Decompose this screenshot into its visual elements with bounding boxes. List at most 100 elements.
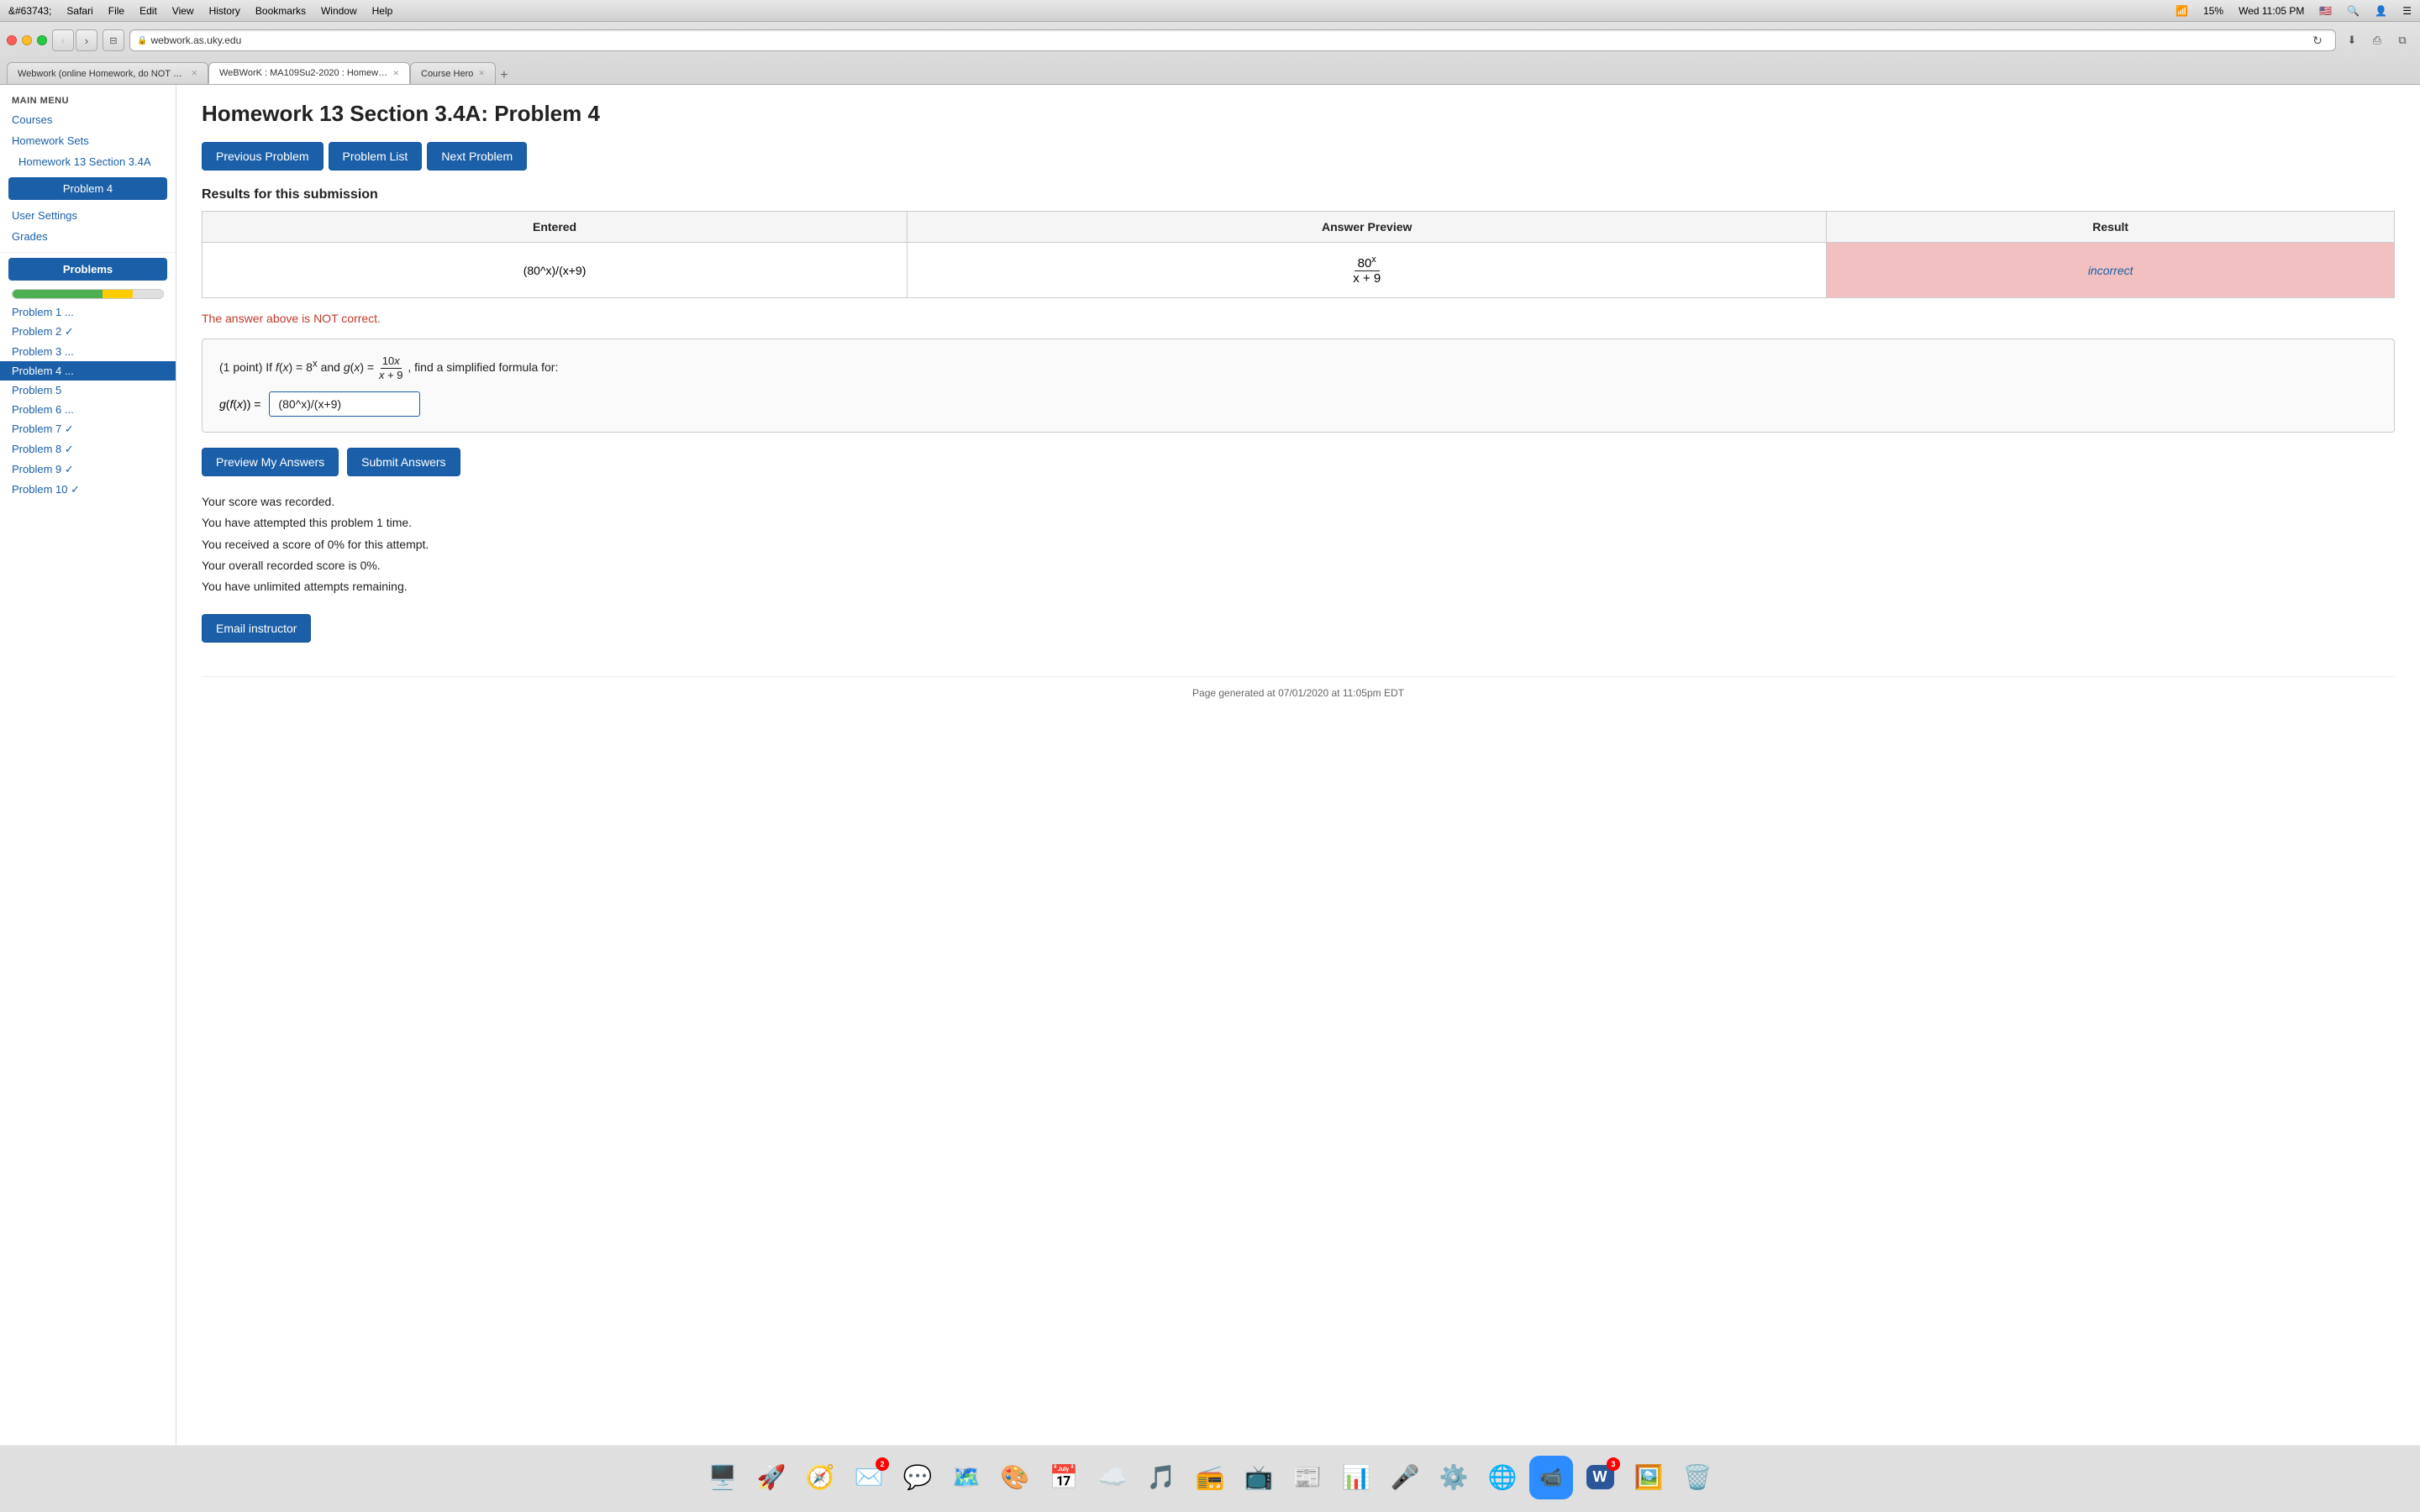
browser-chrome: ‹ › ⊟ 🔒 webwork.as.uky.edu ↻ ⬇ ⎙ ⧉ Webwo…	[0, 22, 2420, 85]
dock-mail[interactable]: ✉️ 2	[847, 1456, 891, 1499]
dock-trash[interactable]: 🗑️	[1676, 1456, 1719, 1499]
menu-file[interactable]: File	[108, 5, 124, 17]
email-instructor-button[interactable]: Email instructor	[202, 614, 311, 643]
close-tab-icon[interactable]: ✕	[478, 69, 485, 78]
list-icon[interactable]: ☰	[2402, 5, 2412, 17]
sidebar-item-grades[interactable]: Grades	[0, 226, 176, 247]
tab-course-hero[interactable]: Course Hero ✕	[410, 62, 496, 84]
share-button[interactable]: ⎙	[2366, 29, 2388, 51]
g-denominator: x + 9	[377, 369, 405, 382]
sidebar-item-user-settings[interactable]: User Settings	[0, 205, 176, 226]
apple-menu-icon[interactable]: &#63743;	[8, 5, 51, 17]
answer-input[interactable]	[269, 391, 420, 417]
dock-numbers[interactable]: 📊	[1334, 1456, 1378, 1499]
sidebar-item-problem6[interactable]: Problem 6 ...	[0, 400, 176, 419]
result-cell: incorrect	[1827, 243, 2395, 298]
sidebar-item-homework-sets[interactable]: Homework Sets	[0, 130, 176, 151]
problem-find-text: , find a simplified formula for:	[408, 360, 558, 374]
search-icon[interactable]: 🔍	[2347, 5, 2360, 17]
preview-answers-button[interactable]: Preview My Answers	[202, 448, 339, 476]
sidebar-toggle-button[interactable]: ⊟	[103, 29, 124, 51]
sidebar-item-courses[interactable]: Courses	[0, 109, 176, 130]
back-button[interactable]: ‹	[52, 29, 74, 51]
g-function-fraction: 10x x + 9	[377, 354, 405, 381]
tab-webwork-warning[interactable]: Webwork (online Homework, do NOT use SAF…	[7, 62, 208, 84]
dock-safari[interactable]: 🧭	[798, 1456, 842, 1499]
sidebar-item-problem4-active[interactable]: Problem 4	[8, 177, 167, 200]
copy-button[interactable]: ⧉	[2391, 29, 2413, 51]
wifi-icon: 📶	[2175, 5, 2188, 17]
entered-value: (80^x)/(x+9)	[203, 243, 908, 298]
problem-intro-text: (1 point) If f(x) = 8x and g(x) =	[219, 360, 377, 374]
menu-bookmarks[interactable]: Bookmarks	[255, 5, 306, 17]
main-content-area: Homework 13 Section 3.4A: Problem 4 Prev…	[176, 84, 2420, 1445]
col-result: Result	[1827, 212, 2395, 243]
sidebar-item-problem4[interactable]: Problem 4 ...	[0, 361, 176, 381]
menu-view[interactable]: View	[172, 5, 194, 17]
reload-button[interactable]: ↻	[2307, 29, 2328, 51]
sidebar-item-homework-section[interactable]: Homework 13 Section 3.4A	[0, 151, 176, 172]
menu-edit[interactable]: Edit	[139, 5, 157, 17]
sidebar-item-problem2[interactable]: Problem 2 ✓	[0, 322, 176, 342]
close-tab-icon[interactable]: ✕	[392, 69, 399, 78]
next-problem-button[interactable]: Next Problem	[427, 142, 527, 171]
score-line-1: Your score was recorded.	[202, 491, 2395, 512]
flag-icon: 🇺🇸	[2319, 5, 2332, 17]
dock-messages[interactable]: 💬	[896, 1456, 939, 1499]
dock-podcasts[interactable]: 📻	[1188, 1456, 1232, 1499]
dock-launchpad[interactable]: 🚀	[750, 1456, 793, 1499]
menu-window[interactable]: Window	[321, 5, 357, 17]
address-bar[interactable]: 🔒 webwork.as.uky.edu ↻	[129, 29, 2336, 51]
dock-word[interactable]: W 3	[1578, 1456, 1622, 1499]
fraction-denominator: x + 9	[1349, 271, 1384, 286]
dock-maps[interactable]: 🗺️	[944, 1456, 988, 1499]
dock-music[interactable]: 🎵	[1139, 1456, 1183, 1499]
mail-badge: 2	[876, 1457, 889, 1471]
dock-news[interactable]: 📰	[1286, 1456, 1329, 1499]
dock-appletv[interactable]: 📺	[1237, 1456, 1281, 1499]
score-info: Your score was recorded. You have attemp…	[202, 491, 2395, 597]
dock-finder[interactable]: 🖥️	[701, 1456, 744, 1499]
sidebar-item-problem1[interactable]: Problem 1 ...	[0, 302, 176, 322]
dock-systemprefs[interactable]: ⚙️	[1432, 1456, 1476, 1499]
user-icon[interactable]: 👤	[2375, 5, 2387, 17]
progress-green	[13, 290, 103, 298]
dock-preview[interactable]: 🖼️	[1627, 1456, 1670, 1499]
menu-safari[interactable]: Safari	[66, 5, 92, 17]
forward-button[interactable]: ›	[76, 29, 97, 51]
dock-calendar[interactable]: 📅	[1042, 1456, 1086, 1499]
downloads-button[interactable]: ⬇	[2341, 29, 2363, 51]
new-tab-button[interactable]: +	[496, 67, 513, 84]
browser-nav-buttons: ‹ ›	[52, 29, 97, 51]
dock-zoom[interactable]: 📹	[1529, 1456, 1573, 1499]
problem-statement: (1 point) If f(x) = 8x and g(x) = 10x x …	[219, 354, 2377, 381]
tab-webwork-homework[interactable]: WeBWorK : MA109Su2-2020 : Homework_13_Se…	[208, 62, 410, 84]
dock-keynote[interactable]: 🎤	[1383, 1456, 1427, 1499]
close-window-button[interactable]	[7, 35, 17, 45]
sidebar-item-problem10[interactable]: Problem 10 ✓	[0, 480, 176, 500]
close-tab-icon[interactable]: ✕	[191, 69, 197, 78]
menu-history[interactable]: History	[209, 5, 240, 17]
problem-nav-buttons: Previous Problem Problem List Next Probl…	[202, 142, 2395, 171]
previous-problem-button[interactable]: Previous Problem	[202, 142, 324, 171]
score-line-4: Your overall recorded score is 0%.	[202, 555, 2395, 576]
sidebar-item-problem7[interactable]: Problem 7 ✓	[0, 419, 176, 439]
battery-level: 15%	[2203, 5, 2223, 17]
dock-photos[interactable]: 🎨	[993, 1456, 1037, 1499]
maximize-window-button[interactable]	[37, 35, 47, 45]
dock-chrome[interactable]: 🌐	[1481, 1456, 1524, 1499]
progress-yellow	[103, 290, 133, 298]
sidebar-item-problem5[interactable]: Problem 5	[0, 381, 176, 400]
sidebar-item-problem9[interactable]: Problem 9 ✓	[0, 459, 176, 480]
minimize-window-button[interactable]	[22, 35, 32, 45]
problem-list-button[interactable]: Problem List	[329, 142, 423, 171]
dock-icloud[interactable]: ☁️	[1091, 1456, 1134, 1499]
traffic-lights[interactable]	[7, 35, 47, 45]
submit-answers-button[interactable]: Submit Answers	[347, 448, 460, 476]
sidebar-item-problem8[interactable]: Problem 8 ✓	[0, 439, 176, 459]
word-badge: 3	[1607, 1457, 1620, 1471]
browser-toolbar: ‹ › ⊟ 🔒 webwork.as.uky.edu ↻ ⬇ ⎙ ⧉	[0, 22, 2420, 59]
not-correct-message: The answer above is NOT correct.	[202, 312, 2395, 325]
menu-help[interactable]: Help	[372, 5, 393, 17]
sidebar-item-problem3[interactable]: Problem 3 ...	[0, 342, 176, 361]
